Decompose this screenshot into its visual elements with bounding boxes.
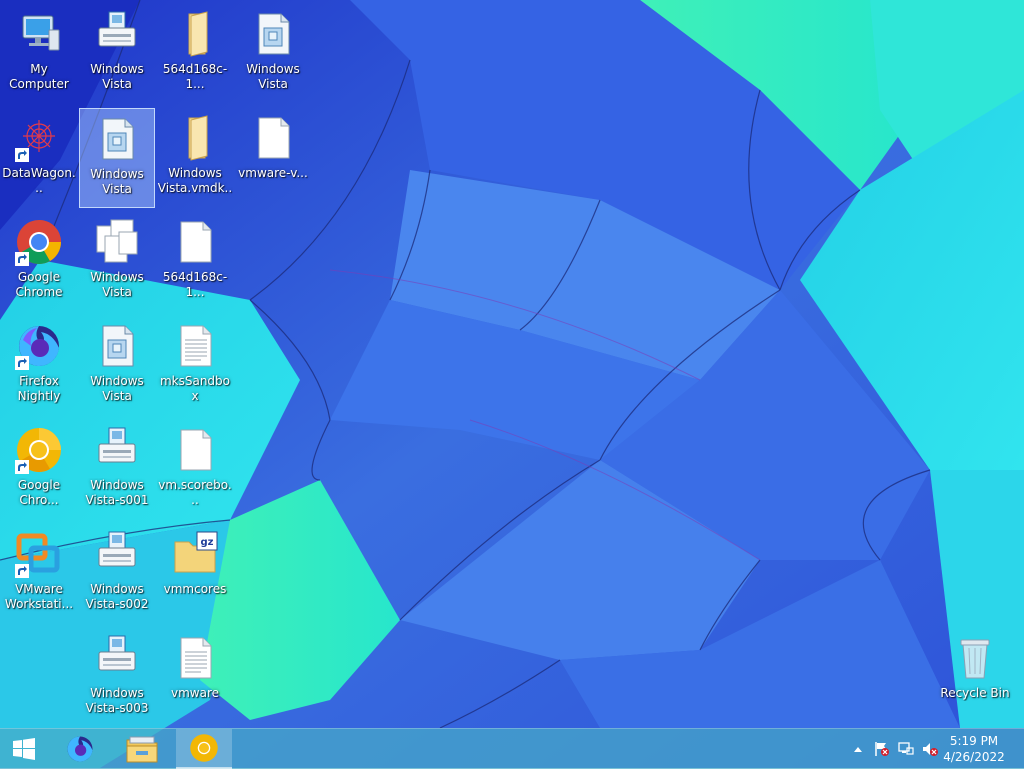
desktop-icon-label: VMware Workstati... [4,582,74,611]
desktop-icon-google-chrome[interactable]: Google Chrome [1,212,77,312]
desktop-icon-label: Windows Vista-s003 [85,686,149,715]
desktop-icon-vmware-log[interactable]: vmware [157,628,233,728]
desktop-icon-windows-vista-vmdk-folder[interactable]: Windows Vista.vmdk.... [157,108,233,208]
desktop-icon-label: Windows Vista [90,270,144,299]
desktop-icon-vmmcores[interactable]: gz vmmcores [157,524,233,624]
clock-date: 4/26/2022 [943,750,1005,764]
desktop-icon-label: 564d168c-1... [162,62,228,91]
desktop-icon-datawagon[interactable]: DataWagon... [1,108,77,208]
desktop-icon-label: vm.scorebo... [158,478,232,507]
desktop-icon-label: mksSandbox [159,374,231,403]
datawagon-icon [15,114,63,162]
desktop-icon-google-chrome-canary[interactable]: Google Chro... [1,420,77,520]
desktop-icon-label: Google Chrome [15,270,63,299]
vm-team-icon [93,10,141,58]
text-file-icon [171,634,219,682]
taskbar: 5:19 PM 4/26/2022 [0,728,1024,769]
desktop-icon-label: My Computer [9,62,69,91]
desktop-icon-label: Windows Vista [246,62,300,91]
desktop-icon-folder-564d168c[interactable]: 564d168c-1... [157,4,233,104]
network-icon[interactable] [898,741,914,757]
vm-team-icon [93,530,141,578]
desktop-icon-windows-vista-selected[interactable]: Windows Vista [79,108,155,208]
desktop-icon-vm-scoreboard[interactable]: vm.scorebo... [157,420,233,520]
taskbar-firefox-nightly[interactable] [52,729,108,769]
svg-text:gz: gz [201,537,214,548]
vm-file-icon [249,10,297,58]
desktop-icon-label: Windows Vista-s001 [85,478,149,507]
shortcut-arrow-icon [15,356,29,370]
shortcut-arrow-icon [15,564,29,578]
desktop-icon-label: Windows Vista-s002 [85,582,149,611]
desktop-icon-label: vmware-v... [238,166,308,180]
desktop-icon-mkssandbox[interactable]: mksSandbox [157,316,233,416]
chrome-icon [15,218,63,266]
desktop-icon-564d168c-file[interactable]: 564d168c-1... [157,212,233,312]
desktop-icon-firefox-nightly[interactable]: Firefox Nightly [1,316,77,416]
vmdk-icon [93,218,141,266]
vmware-workstation-icon [15,530,63,578]
gz-archive-icon: gz [171,530,219,578]
desktop-icon-recycle-bin[interactable]: Recycle Bin [937,628,1013,728]
vm-team-icon [93,426,141,474]
computer-icon [15,10,63,58]
firefox-nightly-icon [15,322,63,370]
desktop-icon-windows-vista-s002[interactable]: Windows Vista-s002 [79,524,155,624]
file-icon [171,218,219,266]
folder-icon [171,10,219,58]
desktop-icon-windows-vista-vmdk[interactable]: Windows Vista [79,212,155,312]
desktop-icon-label: Firefox Nightly [17,374,61,403]
volume-muted-icon[interactable] [922,741,938,757]
start-button[interactable] [0,729,48,769]
vm-team-icon [93,634,141,682]
show-hidden-icons-chevron[interactable] [850,741,866,757]
desktop-icon-windows-vista-team[interactable]: Windows Vista [79,4,155,104]
taskbar-chrome-canary[interactable] [176,729,232,769]
desktop-icon-windows-vista-s003[interactable]: Windows Vista-s003 [79,628,155,728]
chrome-canary-icon [190,734,218,762]
desktop-icon-label: DataWagon... [2,166,76,195]
desktop-icon-label: Windows Vista [90,62,144,91]
folder-icon [171,114,219,162]
taskbar-file-explorer[interactable] [114,729,170,769]
desktop-icon-label: Windows Vista.vmdk.... [157,166,233,195]
system-clock[interactable]: 5:19 PM 4/26/2022 [938,733,1010,765]
desktop-icon-windows-vista-vmsd[interactable]: Windows Vista [79,316,155,416]
desktop-icon-label: vmmcores [163,582,227,596]
desktop-icon-label: vmware [170,686,219,700]
clock-time: 5:19 PM [949,734,999,748]
desktop-icon-my-computer[interactable]: My Computer [1,4,77,104]
file-icon [249,114,297,162]
shortcut-arrow-icon [15,252,29,266]
shortcut-arrow-icon [15,460,29,474]
text-file-icon [171,322,219,370]
desktop-icon-windows-vista-s001[interactable]: Windows Vista-s001 [79,420,155,520]
desktop-icon-label: Windows Vista [90,374,144,403]
action-center-flag-icon[interactable] [874,741,890,757]
file-explorer-icon [126,736,158,763]
vm-file-icon [93,115,141,163]
desktop-icon-label: 564d168c-1... [162,270,228,299]
desktop-icon-label: Windows Vista [90,167,144,196]
desktop-icon-windows-vista-vmx[interactable]: Windows Vista [235,4,311,104]
desktop-icon-label: Recycle Bin [940,686,1010,700]
vm-file-icon [93,322,141,370]
start-icon [13,738,35,760]
firefox-nightly-icon [67,736,93,762]
shortcut-arrow-icon [15,148,29,162]
desktop-icon-vmware-workstation[interactable]: VMware Workstati... [1,524,77,624]
desktop-icon-vmware-v[interactable]: vmware-v... [235,108,311,208]
file-icon [171,426,219,474]
desktop-icon-label: Google Chro... [17,478,61,507]
recycle-bin-icon [951,634,999,682]
chrome-canary-icon [15,426,63,474]
